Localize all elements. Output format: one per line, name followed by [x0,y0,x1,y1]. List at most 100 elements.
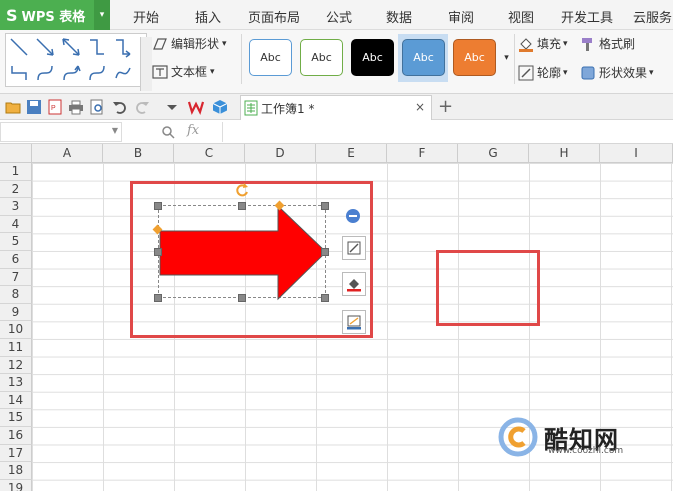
menu-item-view[interactable]: 视图 [508,7,534,26]
fill-button[interactable]: 填充 ▾ [518,35,568,52]
select-all-corner[interactable] [0,144,32,163]
outline-label: 轮廓 [537,66,562,80]
shape-effects-button[interactable]: 形状效果 ▾ [580,64,654,81]
style-gallery-more-icon[interactable]: ▾ [501,39,512,76]
row-header-14[interactable]: 14 [0,391,32,410]
row-header-13[interactable]: 13 [0,374,32,392]
tab-workbook1[interactable]: 工作簿1 * × [240,95,432,120]
new-tab-plus-icon[interactable]: + [438,96,453,117]
print-icon[interactable] [68,99,84,115]
export-pdf-icon[interactable]: P [47,99,63,115]
row-header-19[interactable]: 19 [0,479,32,491]
rotate-handle-icon[interactable] [234,182,250,198]
row-header-1[interactable]: 1 [0,163,32,181]
menu-item-insert[interactable]: 插入 [195,7,221,26]
elbow-double-arrow-icon[interactable] [8,62,30,84]
curved-connector-icon[interactable] [34,62,56,84]
resize-handle[interactable] [154,202,162,210]
freeform-curve-icon[interactable] [112,62,134,84]
column-header-f[interactable]: F [387,144,458,163]
app-menu-dropdown-icon[interactable]: ▾ [94,0,110,30]
resize-handle[interactable] [154,294,162,302]
shape-gallery[interactable] [5,33,152,91]
fill-quick-button[interactable] [342,272,366,296]
row-header-17[interactable]: 17 [0,444,32,463]
double-arrow-shape-icon[interactable] [60,36,82,58]
shape-style-quick-button[interactable] [342,236,366,260]
column-header-d[interactable]: D [245,144,316,163]
curved-arrow-connector-icon[interactable] [60,62,82,84]
column-header-a[interactable]: A [32,144,103,163]
shape-style-outline-blue[interactable]: Abc [249,39,292,76]
row-header-15[interactable]: 15 [0,409,32,427]
format-painter-button[interactable]: 格式刷 [580,35,635,52]
outline-quick-button[interactable] [342,310,366,334]
textbox-button[interactable]: 文本框 ▾ [152,63,215,80]
open-folder-icon[interactable] [5,99,21,115]
column-header-h[interactable]: H [529,144,600,163]
row-header-6[interactable]: 6 [0,251,32,269]
arrow-line-shape-icon[interactable] [34,36,56,58]
row-header-16[interactable]: 16 [0,427,32,445]
row-header-3[interactable]: 3 [0,198,32,216]
menu-item-page-layout[interactable]: 页面布局 [248,7,300,26]
menu-item-data[interactable]: 数据 [386,7,412,26]
print-preview-icon[interactable] [89,99,105,115]
name-box-chevron-down-icon[interactable]: ▼ [112,126,118,135]
elbow-connector-icon[interactable] [86,36,108,58]
outline-pen-icon [347,315,361,330]
gallery-scrollbar[interactable] [140,37,152,91]
app-menu-button[interactable]: S WPS 表格 ▾ [0,0,110,30]
textbox-label: 文本框 [171,65,208,79]
row-header-11[interactable]: 11 [0,339,32,357]
save-icon[interactable] [26,99,42,115]
elbow-arrow-connector-icon[interactable] [112,36,134,58]
row-header-7[interactable]: 7 [0,268,32,287]
collapse-minus-icon[interactable] [345,208,361,224]
row-header-4[interactable]: 4 [0,215,32,234]
zoom-search-icon[interactable] [161,125,175,139]
shape-style-blue[interactable]: Abc [402,39,445,76]
right-arrow-shape[interactable] [158,205,328,301]
menu-item-cloud-service[interactable]: 云服务 [633,7,672,26]
row-header-12[interactable]: 12 [0,356,32,375]
format-painter-icon [582,37,592,51]
close-tab-icon[interactable]: × [415,100,425,114]
insert-function-fx-icon[interactable]: fx [187,123,199,138]
cube-app-icon[interactable] [212,99,228,115]
column-header-e[interactable]: E [316,144,387,163]
shape-style-outline-green[interactable]: Abc [300,39,343,76]
curved-double-arrow-icon[interactable] [86,62,108,84]
formula-input[interactable] [222,122,673,142]
row-header-2[interactable]: 2 [0,180,32,199]
column-header-b[interactable]: B [103,144,174,163]
redo-icon[interactable] [134,99,150,115]
resize-handle[interactable] [321,248,329,256]
edit-shape-button[interactable]: 编辑形状 ▾ [152,35,227,52]
menu-item-home[interactable]: 开始 [133,7,159,26]
name-box[interactable]: ▼ [0,122,122,142]
row-header-5[interactable]: 5 [0,233,32,251]
resize-handle[interactable] [321,294,329,302]
line-shape-icon[interactable] [8,36,30,58]
shape-style-black[interactable]: Abc [351,39,394,76]
row-header-9[interactable]: 9 [0,303,32,322]
resize-handle[interactable] [321,202,329,210]
row-header-8[interactable]: 8 [0,286,32,304]
outline-button[interactable]: 轮廓 ▾ [518,64,568,81]
undo-icon[interactable] [112,99,128,115]
menu-item-formulas[interactable]: 公式 [326,7,352,26]
wps-w-logo-icon[interactable] [188,99,204,115]
resize-handle[interactable] [154,248,162,256]
column-header-c[interactable]: C [174,144,245,163]
menu-item-review[interactable]: 审阅 [448,7,474,26]
column-header-i[interactable]: I [600,144,673,163]
resize-handle[interactable] [238,202,246,210]
shape-style-orange[interactable]: Abc [453,39,496,76]
resize-handle[interactable] [238,294,246,302]
customize-toolbar-chevron-down-icon[interactable] [164,99,180,115]
menu-item-developer[interactable]: 开发工具 [561,7,613,26]
row-header-10[interactable]: 10 [0,321,32,339]
column-header-g[interactable]: G [458,144,529,163]
row-header-18[interactable]: 18 [0,462,32,480]
